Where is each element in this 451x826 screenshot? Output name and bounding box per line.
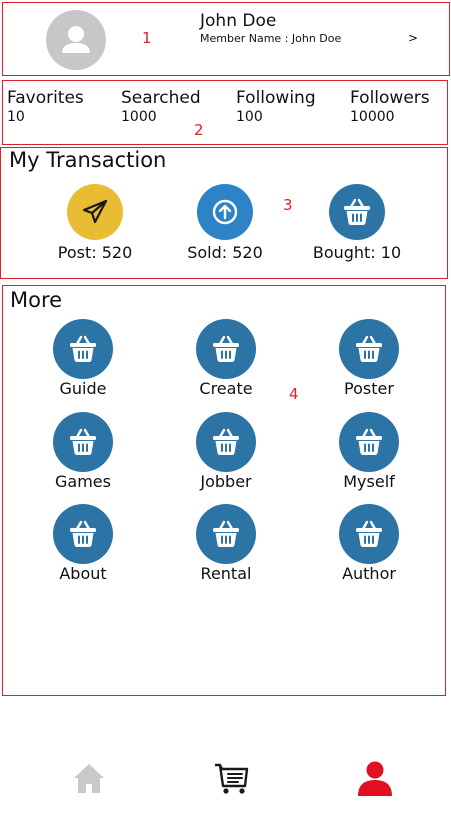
more-item-label: Games <box>55 472 111 491</box>
basket-icon <box>339 319 399 379</box>
avatar[interactable] <box>46 10 106 70</box>
more-item-label: About <box>59 564 107 583</box>
more-item-rental[interactable]: Rental <box>166 504 286 583</box>
basket-icon <box>329 184 385 240</box>
nav-home[interactable] <box>67 756 111 800</box>
stat-label: Following <box>236 88 316 108</box>
section-marker: 4 <box>289 385 299 403</box>
transaction-bought[interactable]: Bought: 10 <box>297 184 417 262</box>
more-item-jobber[interactable]: Jobber <box>166 412 286 491</box>
transaction-post[interactable]: Post: 520 <box>35 184 155 262</box>
stat-favorites[interactable]: Favorites 10 <box>7 88 84 125</box>
more-item-label: Author <box>342 564 396 583</box>
basket-icon <box>196 319 256 379</box>
nav-cart[interactable] <box>210 756 254 800</box>
more-item-guide[interactable]: Guide <box>23 319 143 398</box>
more-item-label: Guide <box>59 379 107 398</box>
nav-profile[interactable] <box>353 756 397 800</box>
more-item-myself[interactable]: Myself <box>309 412 429 491</box>
more-item-author[interactable]: Author <box>309 504 429 583</box>
chevron-right-icon[interactable]: > <box>408 31 418 45</box>
basket-icon <box>196 412 256 472</box>
more-section: More 4 Guide Create Poster Games Jobber … <box>2 285 446 696</box>
stat-searched[interactable]: Searched 1000 <box>121 88 201 125</box>
more-item-about[interactable]: About <box>23 504 143 583</box>
more-item-label: Poster <box>344 379 394 398</box>
person-icon <box>358 761 392 796</box>
home-icon <box>74 764 104 793</box>
transaction-label: Post: 520 <box>57 243 133 262</box>
stat-label: Followers <box>350 88 430 108</box>
profile-name: John Doe <box>200 11 277 31</box>
stat-value: 10000 <box>350 109 395 125</box>
stat-followers[interactable]: Followers 10000 <box>350 88 430 125</box>
section-title: More <box>10 288 63 312</box>
more-item-label: Create <box>199 379 253 398</box>
more-item-label: Rental <box>200 564 252 583</box>
stat-label: Searched <box>121 88 201 108</box>
stats-section: Favorites 10 Searched 1000 Following 100… <box>2 80 448 145</box>
more-item-create[interactable]: Create <box>166 319 286 398</box>
cart-icon <box>215 763 249 794</box>
section-title: My Transaction <box>9 148 167 172</box>
person-icon <box>62 26 90 53</box>
stat-following[interactable]: Following 100 <box>236 88 316 125</box>
basket-icon <box>196 504 256 564</box>
basket-icon <box>339 412 399 472</box>
stat-value: 1000 <box>121 109 157 125</box>
transactions-section: My Transaction 3 Post: 520 Sold: 520 Bou… <box>0 147 448 279</box>
stat-label: Favorites <box>7 88 84 108</box>
arrow-up-circle-icon <box>197 184 253 240</box>
more-item-label: Myself <box>343 472 395 491</box>
transaction-label: Bought: 10 <box>312 243 402 262</box>
stat-value: 100 <box>236 109 263 125</box>
more-item-poster[interactable]: Poster <box>309 319 429 398</box>
basket-icon <box>53 319 113 379</box>
basket-icon <box>53 412 113 472</box>
section-marker: 2 <box>194 121 204 139</box>
member-name: Member Name : John Doe <box>200 32 342 45</box>
profile-section: 1 John Doe Member Name : John Doe > <box>2 2 450 76</box>
basket-icon <box>53 504 113 564</box>
transaction-label: Sold: 520 <box>187 243 263 262</box>
section-marker: 1 <box>142 29 152 47</box>
stat-value: 10 <box>7 109 25 125</box>
paper-plane-icon <box>67 184 123 240</box>
more-item-games[interactable]: Games <box>23 412 143 491</box>
transaction-sold[interactable]: Sold: 520 <box>165 184 285 262</box>
basket-icon <box>339 504 399 564</box>
more-item-label: Jobber <box>200 472 252 491</box>
